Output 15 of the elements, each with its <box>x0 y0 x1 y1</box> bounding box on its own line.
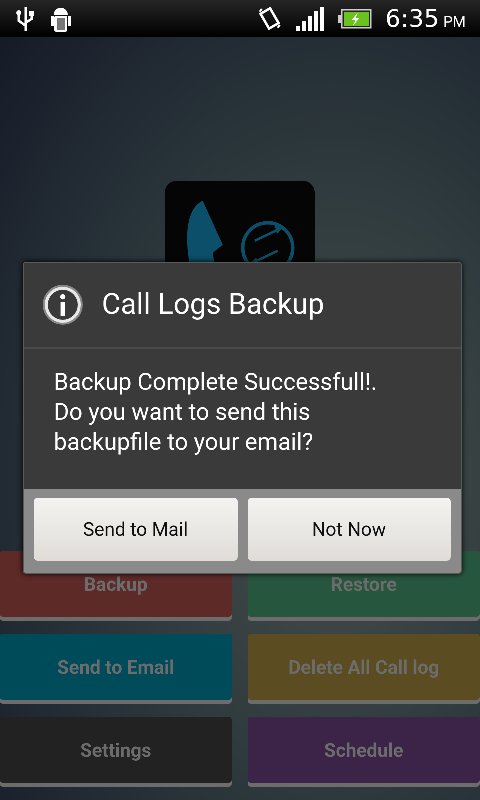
dialog-title: Call Logs Backup <box>102 288 325 322</box>
signal-icon <box>296 6 324 30</box>
dialog-button[interactable]: Not Now <box>248 498 451 561</box>
menu-tile[interactable]: Settings <box>0 717 232 783</box>
dialog-message: Backup Complete Successfull!. Do you want to send this backupfile to your email? <box>53 367 378 458</box>
info-icon <box>42 284 84 326</box>
dialog-button[interactable]: Send to Mail <box>34 498 238 561</box>
clock-meridiem: PM <box>443 12 466 30</box>
menu-tile[interactable]: Delete All Call log <box>248 634 480 700</box>
clock-time: 6:35 <box>386 4 440 32</box>
menu-tile[interactable]: Schedule <box>248 717 480 783</box>
menu-tile[interactable]: Send to Email <box>0 634 232 700</box>
usb-icon <box>16 6 36 32</box>
battery-charging-icon <box>338 8 372 28</box>
vibrate-icon <box>258 6 282 32</box>
